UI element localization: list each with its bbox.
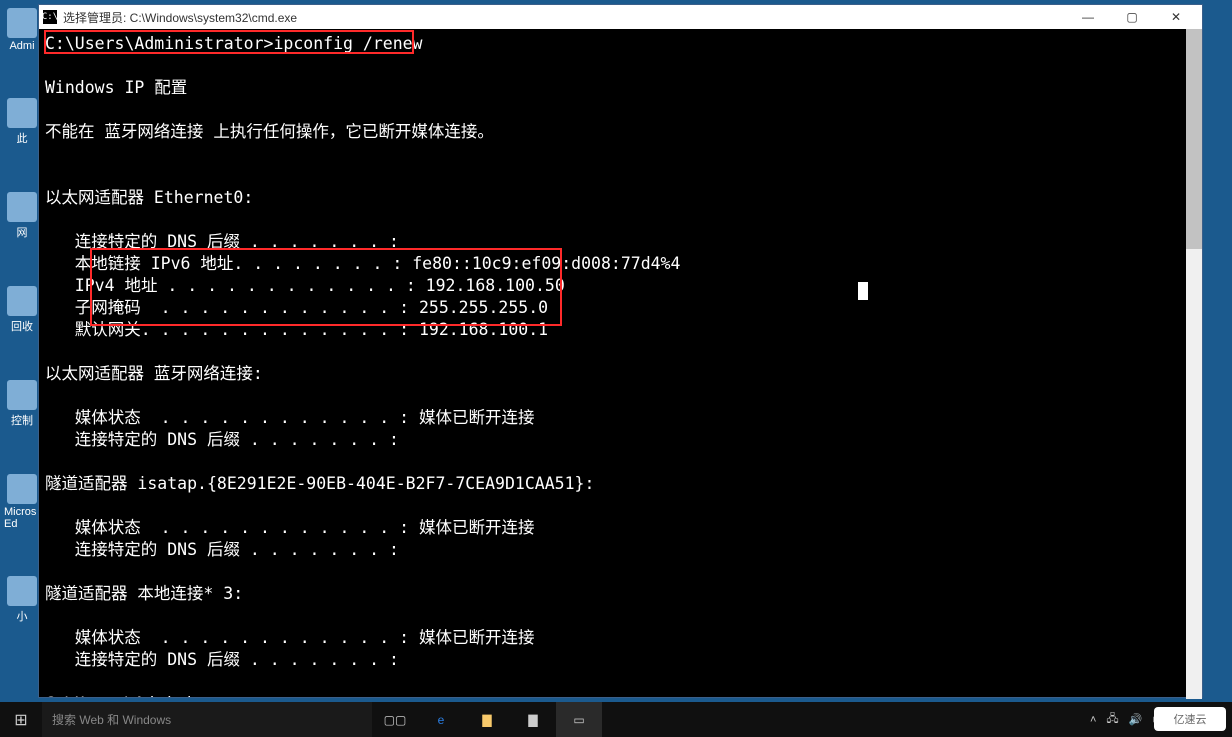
- dns-suffix-line: 连接特定的 DNS 后缀 . . . . . . . :: [45, 540, 399, 559]
- watermark-logo: 亿速云: [1154, 707, 1226, 731]
- edge-icon[interactable]: e: [418, 702, 464, 737]
- desktop-icon[interactable]: 网: [4, 192, 40, 240]
- ethernet-adapter-title: 以太网适配器 Ethernet0:: [45, 188, 253, 207]
- dns-suffix-line: 连接特定的 DNS 后缀 . . . . . . . :: [45, 232, 399, 251]
- tunnel-adapter-local-title: 隧道适配器 本地连接* 3:: [45, 584, 243, 603]
- prompt: C:\Users\Administrator>: [45, 34, 273, 53]
- media-state-line: 媒体状态 . . . . . . . . . . . . : 媒体已断开连接: [45, 408, 534, 427]
- prompt: C:\Users\Administrator>_: [45, 694, 283, 697]
- tray-chevron-icon[interactable]: ˄: [1090, 714, 1096, 726]
- titlebar[interactable]: C:\ 选择管理员: C:\Windows\system32\cmd.exe —…: [39, 5, 1202, 29]
- text-cursor-block: [858, 282, 868, 300]
- media-state-line: 媒体状态 . . . . . . . . . . . . : 媒体已断开连接: [45, 518, 534, 537]
- file-explorer-icon[interactable]: ▇: [464, 702, 510, 737]
- dns-suffix-line: 连接特定的 DNS 后缀 . . . . . . . :: [45, 430, 399, 449]
- task-view-icon[interactable]: ▢▢: [372, 702, 418, 737]
- terminal-output[interactable]: C:\Users\Administrator>ipconfig /renew W…: [39, 29, 1202, 697]
- default-gateway-line: 默认网关. . . . . . . . . . . . . : 192.168.…: [45, 320, 548, 339]
- ip-config-header: Windows IP 配置: [45, 78, 187, 97]
- store-icon[interactable]: ▇: [510, 702, 556, 737]
- desktop-icon[interactable]: 回收: [4, 286, 40, 334]
- bluetooth-adapter-title: 以太网适配器 蓝牙网络连接:: [45, 364, 263, 383]
- bluetooth-error-line: 不能在 蓝牙网络连接 上执行任何操作，它已断开媒体连接。: [45, 122, 494, 141]
- cmd-app-icon: C:\: [43, 10, 57, 24]
- desktop-icon[interactable]: 控制: [4, 380, 40, 428]
- window-title: 选择管理员: C:\Windows\system32\cmd.exe: [63, 9, 1066, 26]
- desktop-icons: Admi 此 网 回收 控制 Micros Ed 小: [4, 8, 40, 624]
- cmd-window: C:\ 选择管理员: C:\Windows\system32\cmd.exe —…: [38, 4, 1203, 698]
- taskbar: ⊞ 搜索 Web 和 Windows ▢▢ e ▇ ▇ ▭ ˄ 🖧 🔊 中 ⌨ …: [0, 702, 1232, 737]
- tray-network-icon[interactable]: 🖧: [1106, 710, 1118, 729]
- ipv4-line: IPv4 地址 . . . . . . . . . . . . : 192.16…: [45, 276, 565, 295]
- minimize-button[interactable]: —: [1066, 5, 1110, 29]
- windows-icon: ⊞: [14, 710, 27, 730]
- search-box[interactable]: 搜索 Web 和 Windows: [42, 702, 372, 737]
- desktop-icon[interactable]: Micros Ed: [4, 474, 40, 530]
- desktop-icon[interactable]: 小: [4, 576, 40, 624]
- tray-volume-icon[interactable]: 🔊: [1129, 713, 1143, 726]
- start-button[interactable]: ⊞: [0, 702, 42, 737]
- subnet-mask-line: 子网掩码 . . . . . . . . . . . . : 255.255.2…: [45, 298, 548, 317]
- typed-command: ipconfig /renew: [273, 34, 422, 53]
- scroll-thumb[interactable]: [1186, 29, 1202, 249]
- desktop-icon[interactable]: Admi: [4, 8, 40, 52]
- cmd-taskbar-icon[interactable]: ▭: [556, 702, 602, 737]
- scrollbar[interactable]: [1186, 29, 1202, 699]
- search-placeholder: 搜索 Web 和 Windows: [52, 711, 171, 728]
- ipv6-line: 本地链接 IPv6 地址. . . . . . . . : fe80::10c9…: [45, 254, 680, 273]
- close-button[interactable]: ✕: [1154, 5, 1198, 29]
- maximize-button[interactable]: ▢: [1110, 5, 1154, 29]
- dns-suffix-line: 连接特定的 DNS 后缀 . . . . . . . :: [45, 650, 399, 669]
- media-state-line: 媒体状态 . . . . . . . . . . . . : 媒体已断开连接: [45, 628, 534, 647]
- tunnel-adapter-isatap-title: 隧道适配器 isatap.{8E291E2E-90EB-404E-B2F7-7C…: [45, 474, 594, 493]
- desktop-icon[interactable]: 此: [4, 98, 40, 146]
